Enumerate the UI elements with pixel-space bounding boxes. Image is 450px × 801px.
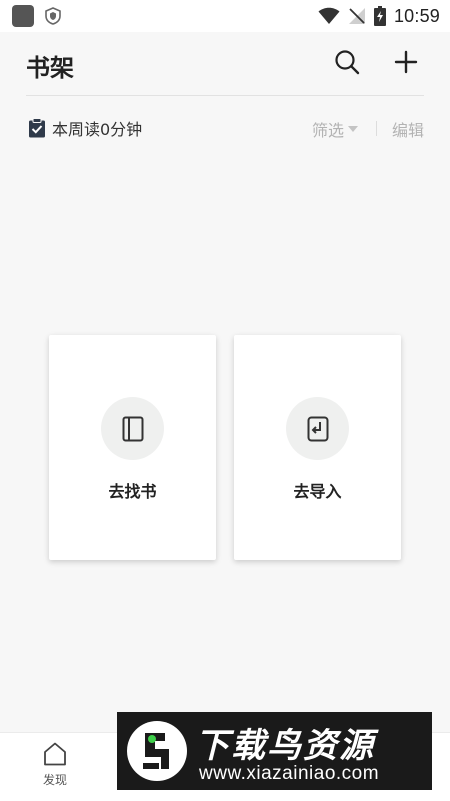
- clipboard-check-icon: [29, 118, 45, 138]
- no-signal-icon: [348, 8, 365, 24]
- app-notification-icon: [12, 5, 34, 27]
- watermark-title: 下载鸟资源: [195, 726, 375, 766]
- nav-item-discover[interactable]: 发现: [30, 741, 80, 797]
- bird-logo-icon: [127, 721, 187, 781]
- watermark-url: www.xiazainiao.com: [199, 763, 380, 784]
- caret-down-icon: [348, 126, 359, 132]
- import-books-icon-circle: [286, 397, 349, 460]
- status-time: 10:59: [393, 5, 440, 26]
- import-books-card[interactable]: 去导入: [234, 335, 401, 560]
- watermark-banner: 下载鸟资源 www.xiazainiao.com: [117, 712, 432, 790]
- page-title: 书架: [26, 54, 74, 82]
- status-bar: 10:59: [0, 0, 450, 32]
- shield-icon: [45, 7, 61, 25]
- sub-bar: 本周读0分钟 筛选 编辑: [0, 110, 450, 146]
- find-books-card[interactable]: 去找书: [49, 335, 216, 560]
- battery-charging-icon: [373, 6, 386, 26]
- status-indicators: 10:59: [318, 4, 440, 28]
- search-button[interactable]: [331, 46, 363, 78]
- find-books-label: 去找书: [108, 482, 157, 501]
- import-books-label: 去导入: [293, 482, 342, 501]
- header-divider: [26, 95, 424, 96]
- import-icon: [307, 416, 328, 441]
- filter-button[interactable]: 筛选: [312, 117, 359, 141]
- filter-label: 筛选: [312, 121, 345, 140]
- plus-icon: [394, 50, 418, 74]
- nav-item-discover-label: 发现: [42, 773, 67, 787]
- sub-bar-divider: [376, 121, 377, 136]
- reading-stat-label: 本周读0分钟: [52, 120, 143, 139]
- wifi-icon: [318, 7, 340, 24]
- edit-button[interactable]: 编辑: [392, 117, 424, 141]
- header: 书架: [0, 32, 450, 96]
- search-icon: [335, 50, 360, 75]
- add-button[interactable]: [390, 46, 422, 78]
- book-icon: [122, 416, 143, 441]
- home-icon: [44, 742, 66, 766]
- find-books-icon-circle: [101, 397, 164, 460]
- weekly-reading-stat: 本周读0分钟: [28, 116, 142, 140]
